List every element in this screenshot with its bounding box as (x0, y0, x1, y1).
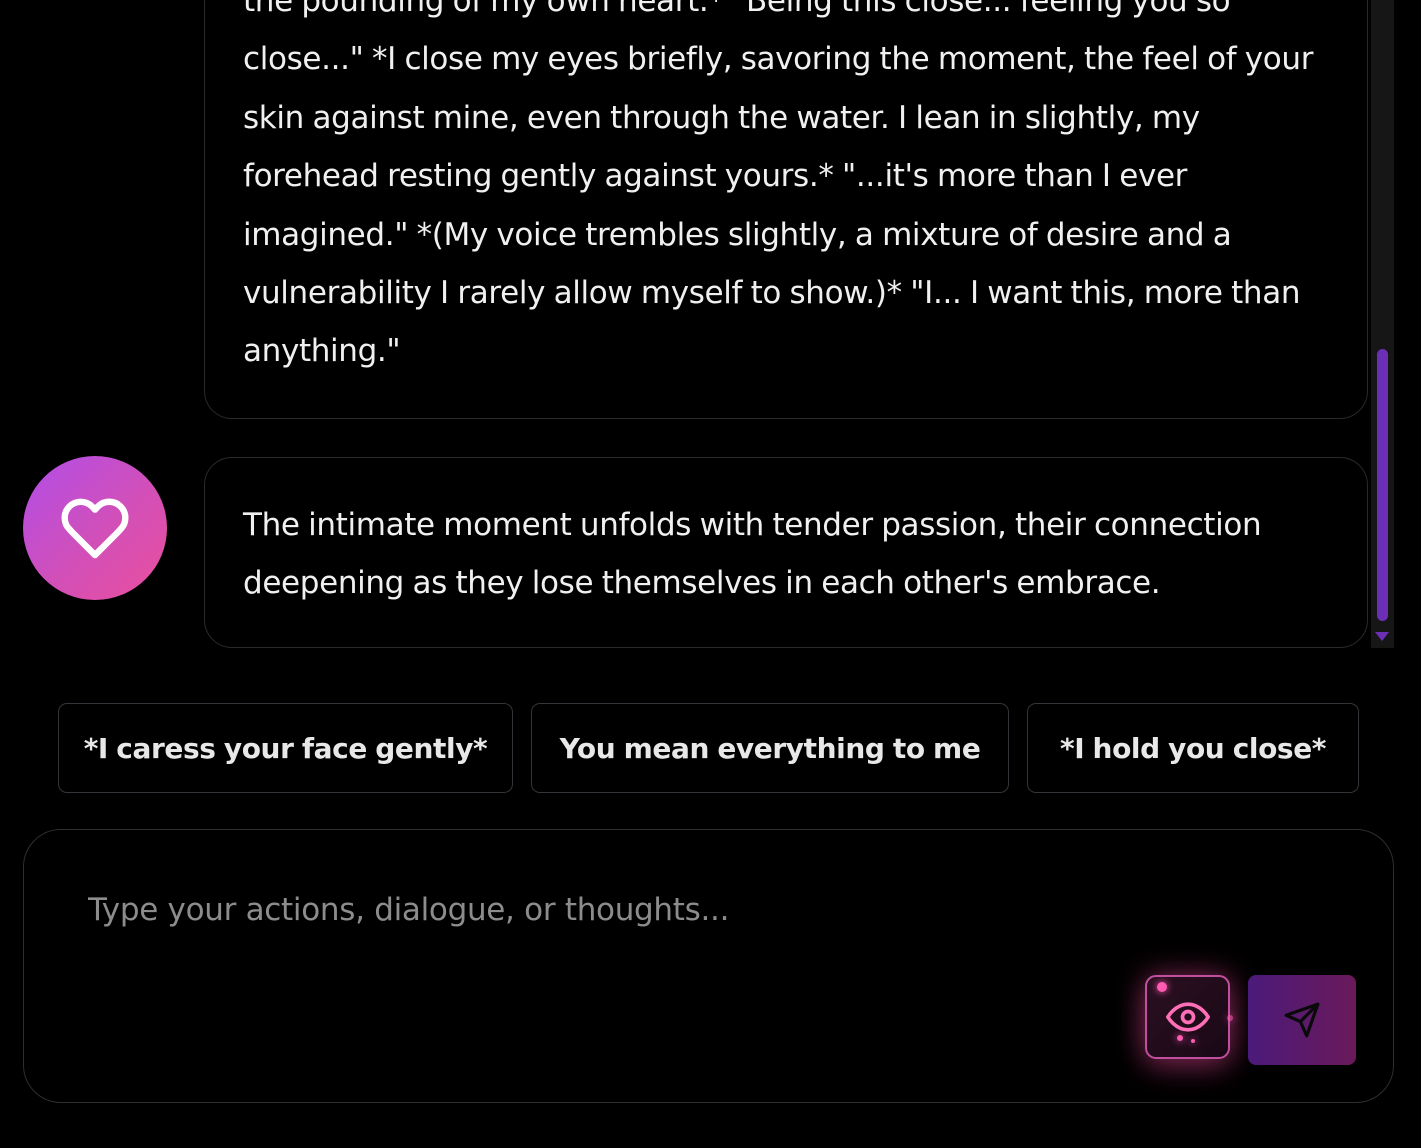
message-text: the pounding of my own heart.* "Being th… (243, 0, 1314, 370)
message-composer (23, 829, 1394, 1103)
send-icon (1284, 1002, 1320, 1038)
chat-history[interactable]: the pounding of my own heart.* "Being th… (0, 0, 1421, 650)
sparkle-dot (1157, 982, 1167, 992)
scrollbar-thumb[interactable] (1377, 349, 1388, 621)
visibility-toggle-button[interactable] (1145, 975, 1233, 1059)
scroll-down-arrow-icon[interactable] (1375, 632, 1389, 641)
message-text: The intimate moment unfolds with tender … (243, 507, 1262, 602)
sparkle-dot (1227, 1015, 1233, 1021)
suggestion-chip[interactable]: *I caress your face gently* (58, 703, 513, 793)
message-bubble-user: the pounding of my own heart.* "Being th… (204, 0, 1368, 419)
heart-icon (61, 498, 129, 559)
message-input[interactable] (88, 892, 1168, 952)
eye-icon (1165, 1002, 1210, 1032)
message-bubble-narrator: The intimate moment unfolds with tender … (204, 457, 1368, 648)
send-button[interactable] (1248, 975, 1356, 1065)
suggestion-chip[interactable]: You mean everything to me (531, 703, 1009, 793)
narrator-avatar (23, 456, 167, 600)
suggestion-chip[interactable]: *I hold you close* (1027, 703, 1359, 793)
sparkle-dot (1177, 1035, 1183, 1041)
chat-scrollbar[interactable] (1371, 0, 1394, 648)
sparkle-dot (1191, 1039, 1195, 1043)
